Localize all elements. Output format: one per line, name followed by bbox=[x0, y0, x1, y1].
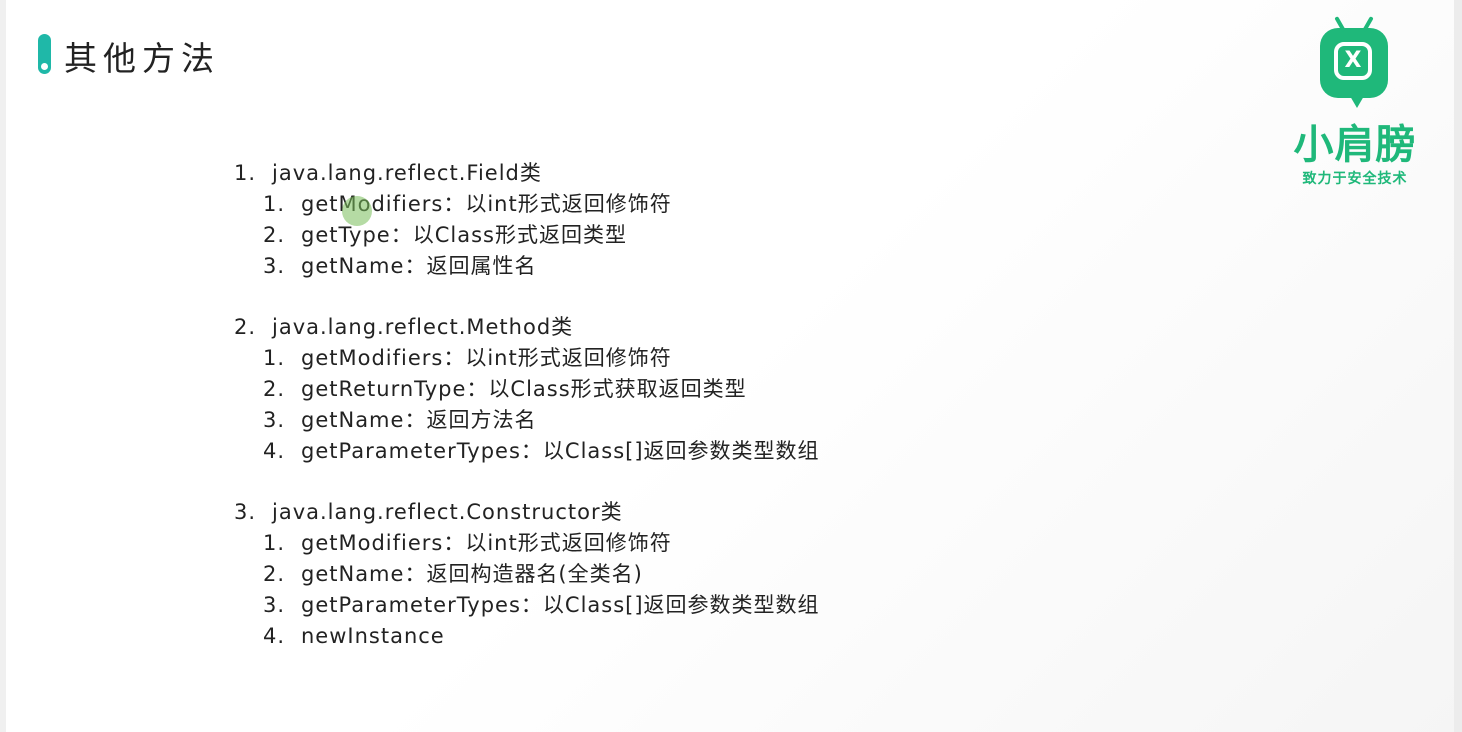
right-edge bbox=[1454, 0, 1462, 732]
section-heading-text: java.lang.reflect.Constructor类 bbox=[272, 500, 623, 524]
tv-screen: X bbox=[1334, 42, 1372, 80]
item-text: getName：返回属性名 bbox=[301, 254, 537, 278]
list-item: 1. getModifiers：以int形式返回修饰符 bbox=[234, 189, 820, 220]
item-text: getReturnType：以Class形式获取返回类型 bbox=[301, 377, 747, 401]
item-text: getModifiers：以int形式返回修饰符 bbox=[301, 346, 672, 370]
brand-slogan: 致力于安全技术 bbox=[1302, 171, 1408, 187]
list-item: 1. getModifiers：以int形式返回修饰符 bbox=[234, 343, 820, 374]
list-item: 2. getName：返回构造器名(全类名) bbox=[234, 559, 820, 590]
item-text: getParameterTypes：以Class[]返回参数类型数组 bbox=[301, 593, 820, 617]
section-heading: 1. java.lang.reflect.Field类 bbox=[234, 158, 820, 189]
item-number: 3. bbox=[263, 254, 286, 278]
brand-name: 小肩膀 bbox=[1293, 122, 1417, 168]
tv-icon: X bbox=[1320, 16, 1388, 108]
list-item: 3. getName：返回属性名 bbox=[234, 251, 820, 282]
item-number: 2. bbox=[263, 562, 286, 586]
section-field: 1. java.lang.reflect.Field类 1. getModifier… bbox=[234, 158, 820, 282]
title-accent-bar bbox=[38, 34, 51, 74]
list-item: 4. getParameterTypes：以Class[]返回参数类型数组 bbox=[234, 436, 820, 467]
section-number: 3. bbox=[234, 500, 257, 524]
section-method: 2. java.lang.reflect.Method类 1. getModifie… bbox=[234, 312, 820, 467]
item-number: 4. bbox=[263, 624, 286, 648]
item-number: 4. bbox=[263, 439, 286, 463]
list-item: 2. getReturnType：以Class形式获取返回类型 bbox=[234, 374, 820, 405]
section-heading-text: java.lang.reflect.Method类 bbox=[272, 315, 574, 339]
section-number: 2. bbox=[234, 315, 257, 339]
item-number: 2. bbox=[263, 223, 286, 247]
item-number: 1. bbox=[263, 531, 286, 555]
list-item: 3. getName：返回方法名 bbox=[234, 405, 820, 436]
left-edge bbox=[0, 0, 6, 732]
section-number: 1. bbox=[234, 161, 257, 185]
title-accent-dot bbox=[41, 63, 48, 70]
list-item: 4. newInstance bbox=[234, 621, 820, 652]
item-text: getParameterTypes：以Class[]返回参数类型数组 bbox=[301, 439, 820, 463]
list-item: 2. getType：以Class形式返回类型 bbox=[234, 220, 820, 251]
item-number: 3. bbox=[263, 593, 286, 617]
item-text: getModifiers：以int形式返回修饰符 bbox=[301, 531, 672, 555]
item-number: 1. bbox=[263, 346, 286, 370]
item-number: 2. bbox=[263, 377, 286, 401]
section-heading: 3. java.lang.reflect.Constructor类 bbox=[234, 497, 820, 528]
item-number: 3. bbox=[263, 408, 286, 432]
list-item: 3. getParameterTypes：以Class[]返回参数类型数组 bbox=[234, 590, 820, 621]
section-heading-text: java.lang.reflect.Field类 bbox=[272, 161, 542, 185]
list-item: 1. getModifiers：以int形式返回修饰符 bbox=[234, 528, 820, 559]
item-text: getName：返回构造器名(全类名) bbox=[301, 562, 643, 586]
section-heading: 2. java.lang.reflect.Method类 bbox=[234, 312, 820, 343]
slide-title: 其他方法 bbox=[64, 39, 220, 78]
item-text: getName：返回方法名 bbox=[301, 408, 537, 432]
method-list: 1. java.lang.reflect.Field类 1. getModifier… bbox=[234, 158, 820, 682]
item-text: getType：以Class形式返回类型 bbox=[301, 223, 627, 247]
item-text: newInstance bbox=[301, 624, 445, 648]
tv-tail bbox=[1350, 96, 1364, 108]
section-constructor: 3. java.lang.reflect.Constructor类 1. getMo… bbox=[234, 497, 820, 652]
slide: 其他方法 X 小肩膀 致力于安全技术 1. java.lang.reflect.F… bbox=[0, 0, 1462, 732]
cursor-highlight bbox=[342, 196, 372, 226]
tv-antenna-right bbox=[1362, 16, 1374, 32]
brand-logo: X 小肩膀 致力于安全技术 bbox=[1280, 14, 1430, 194]
tv-antenna-left bbox=[1334, 16, 1346, 32]
item-number: 1. bbox=[263, 192, 286, 216]
